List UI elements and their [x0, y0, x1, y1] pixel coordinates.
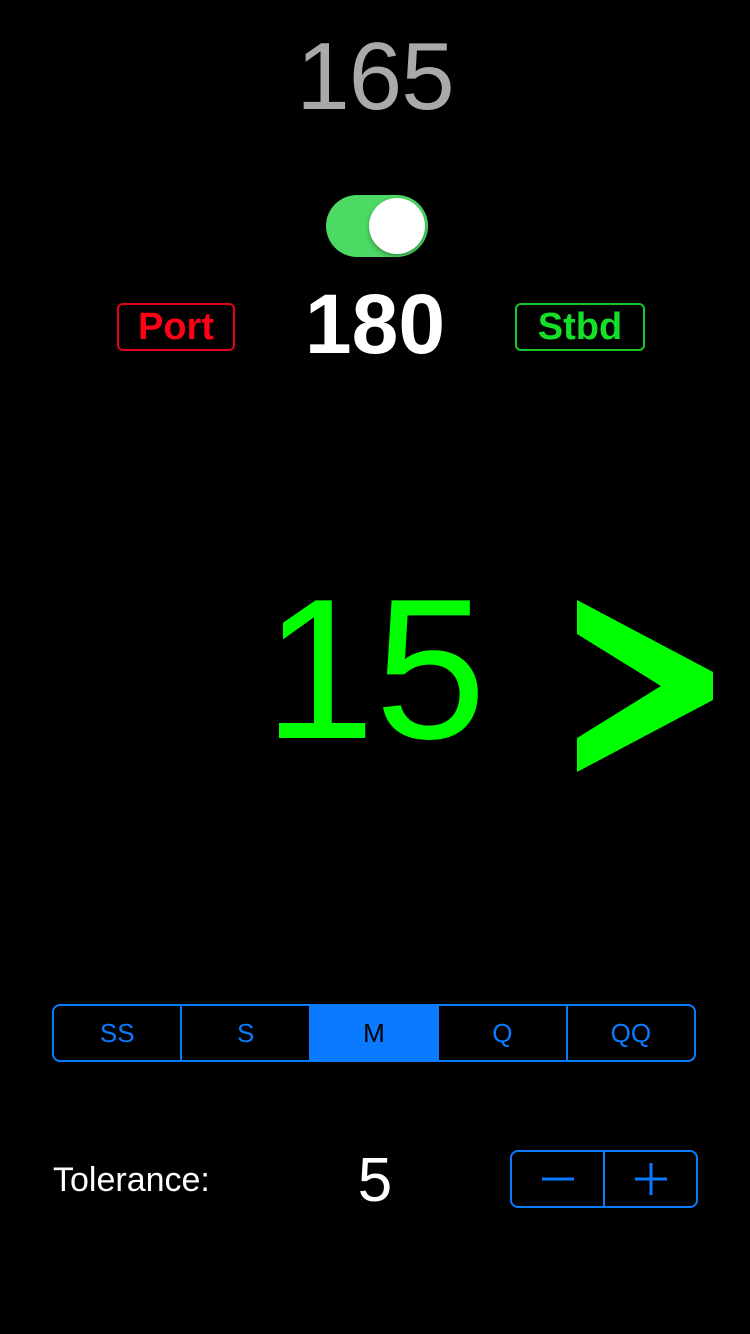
- increment-button[interactable]: [605, 1152, 696, 1206]
- stbd-button[interactable]: Stbd: [515, 303, 645, 351]
- toggle-knob: [369, 198, 425, 254]
- chevron-right-icon: [577, 600, 713, 772]
- plus-icon: [634, 1163, 667, 1195]
- tolerance-label: Tolerance:: [53, 1161, 210, 1199]
- tolerance-value: 5: [357, 1146, 393, 1215]
- segment-ss[interactable]: SS: [54, 1006, 183, 1060]
- minus-icon: [541, 1177, 574, 1181]
- current-heading-value: 165: [296, 23, 454, 130]
- segment-q[interactable]: Q: [439, 1006, 568, 1060]
- speed-segmented-control[interactable]: SS S M Q QQ: [52, 1004, 696, 1062]
- segment-qq[interactable]: QQ: [568, 1006, 694, 1060]
- autopilot-toggle[interactable]: [326, 195, 428, 257]
- decrement-button[interactable]: [512, 1152, 605, 1206]
- heading-offset-value: 15: [263, 558, 487, 781]
- segment-m[interactable]: M: [310, 1006, 440, 1060]
- tolerance-stepper[interactable]: [510, 1150, 698, 1208]
- segment-s[interactable]: S: [182, 1006, 311, 1060]
